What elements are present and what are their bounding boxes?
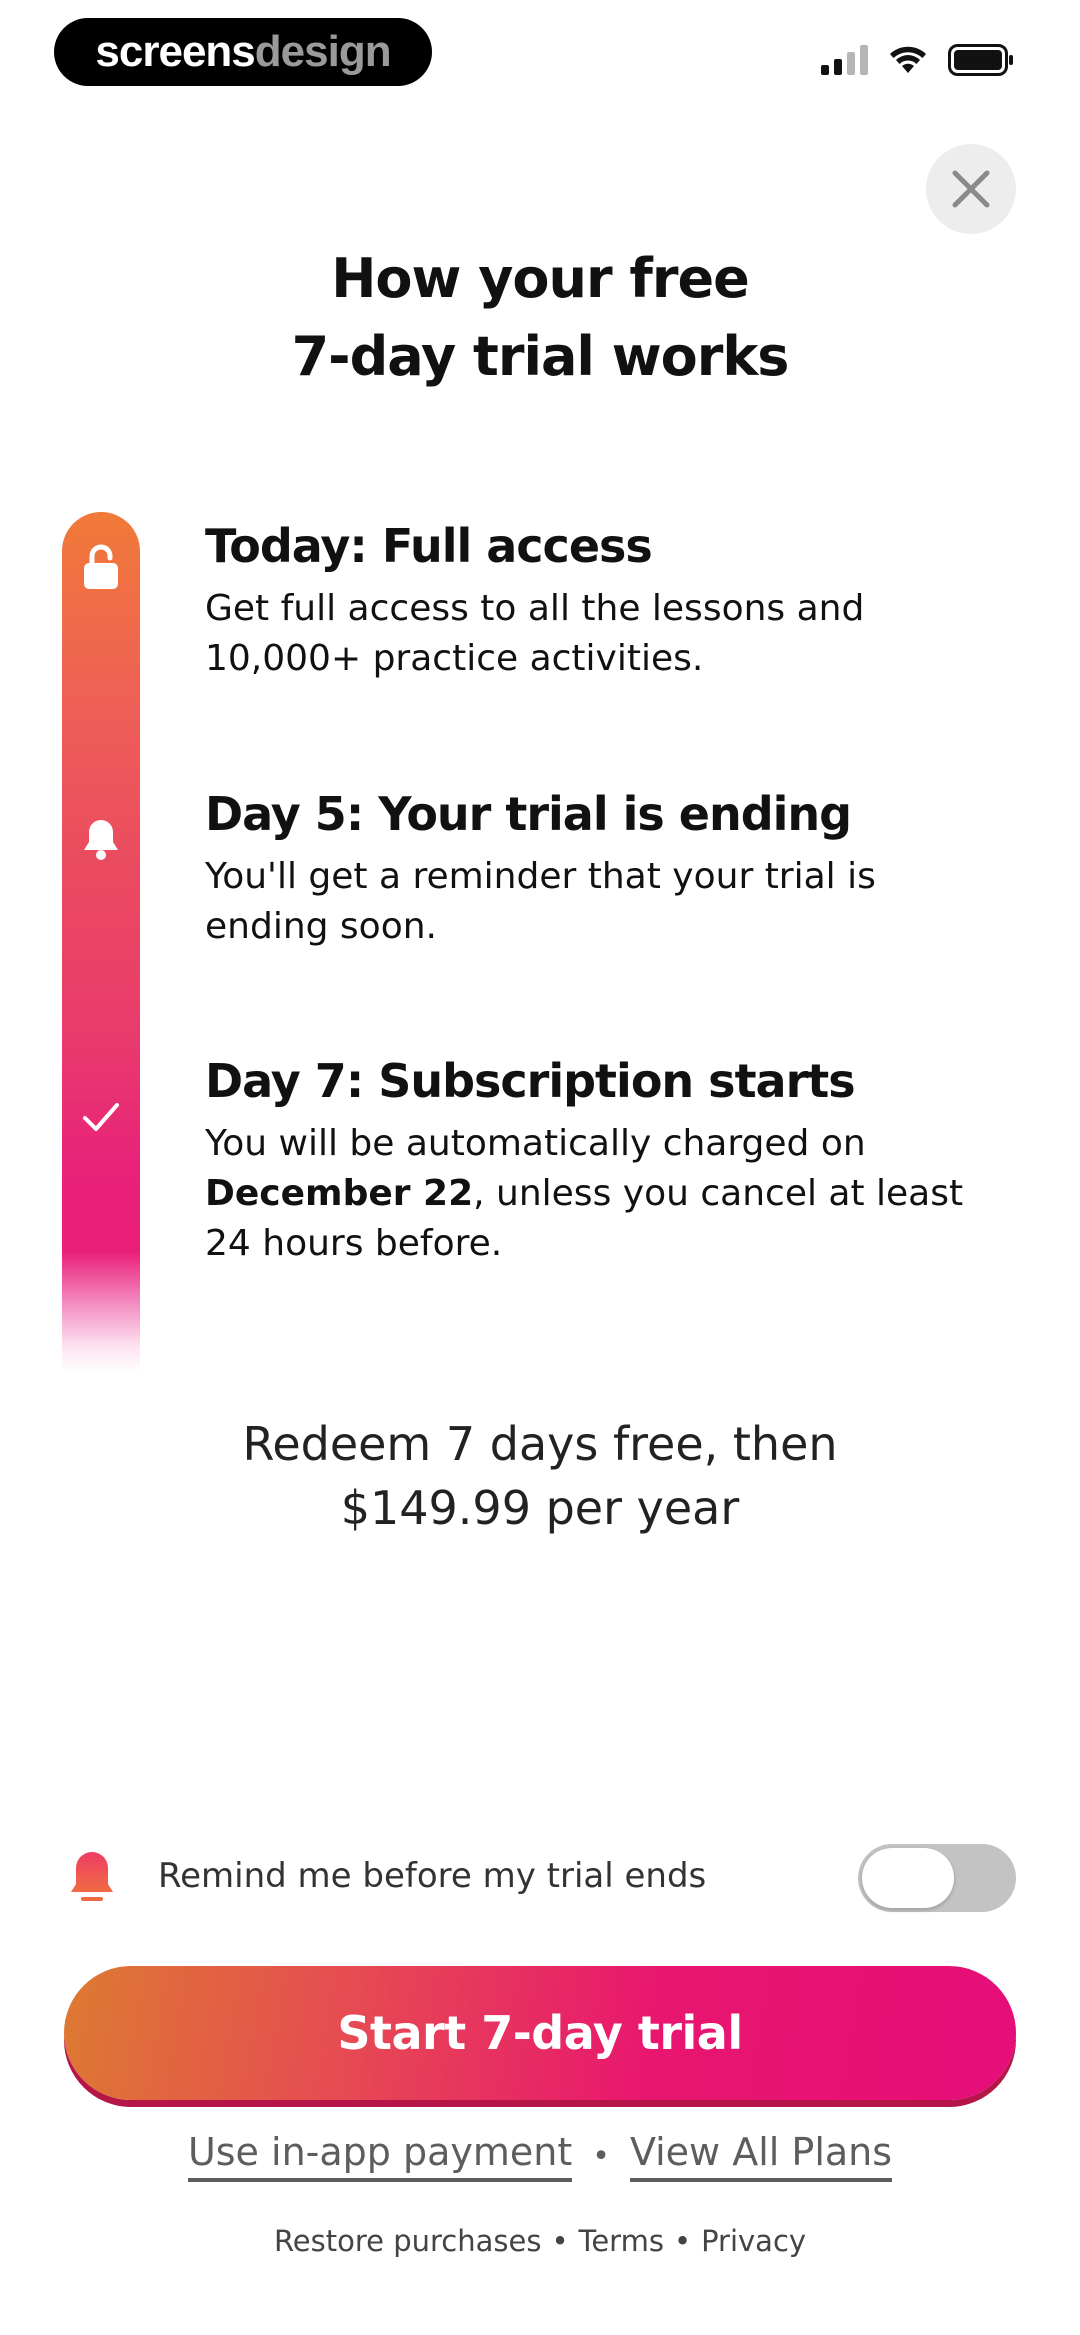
step-title: Today: Full access	[205, 519, 653, 573]
start-trial-button[interactable]: Start 7-day trial	[64, 1966, 1016, 2100]
step-title: Day 5: Your trial is ending	[205, 787, 852, 841]
view-all-plans-link[interactable]: View All Plans	[629, 2130, 893, 2182]
battery-icon	[948, 44, 1013, 76]
step-day-5: Day 5: Your trial is ending You'll get a…	[205, 786, 985, 952]
timeline-bar	[62, 512, 140, 1372]
brand-text-secondary: design	[254, 27, 392, 76]
close-button[interactable]	[926, 144, 1016, 234]
privacy-link[interactable]: Privacy	[701, 2224, 806, 2258]
page-title-line1: How your free	[331, 247, 750, 310]
pricing-summary: Redeem 7 days free, then $149.99 per yea…	[0, 1412, 1080, 1540]
reminder-row: Remind me before my trial ends	[68, 1848, 706, 1904]
footer-separator: •	[551, 2224, 569, 2258]
page-title-line2: 7-day trial works	[291, 325, 790, 388]
toggle-knob	[862, 1848, 954, 1908]
check-icon	[78, 1094, 124, 1140]
brand-logo: screens design	[54, 18, 432, 86]
bell-icon	[78, 816, 124, 862]
step-description: Get full access to all the lessons and 1…	[205, 588, 865, 679]
step-day-7: Day 7: Subscription starts You will be a…	[205, 1053, 985, 1269]
brand-text-primary: screens	[95, 27, 255, 76]
footer-separator: •	[673, 2224, 692, 2258]
cellular-signal-icon	[821, 45, 868, 75]
bell-icon	[71, 1852, 113, 1901]
restore-purchases-link[interactable]: Restore purchases	[274, 2224, 542, 2258]
link-separator: •	[592, 2138, 610, 2174]
page-title: How your free 7-day trial works	[0, 240, 1080, 396]
close-icon	[952, 170, 990, 208]
reminder-label: Remind me before my trial ends	[158, 1856, 707, 1896]
reminder-toggle[interactable]	[858, 1844, 1016, 1912]
payment-links: Use in-app payment • View All Plans	[0, 2130, 1080, 2182]
step-title: Day 7: Subscription starts	[205, 1054, 856, 1108]
step-description: You will be automatically charged on Dec…	[205, 1123, 964, 1264]
unlock-icon	[78, 544, 124, 590]
status-icons	[821, 40, 1014, 80]
step-today: Today: Full access Get full access to al…	[205, 518, 985, 684]
charge-date: December 22	[205, 1173, 474, 1214]
step-description: You'll get a reminder that your trial is…	[205, 856, 876, 947]
in-app-payment-link[interactable]: Use in-app payment	[187, 2130, 573, 2182]
footer-links: Restore purchases • Terms • Privacy	[0, 2224, 1080, 2258]
pricing-line2: $149.99 per year	[340, 1481, 740, 1535]
terms-link[interactable]: Terms	[579, 2224, 664, 2258]
pricing-line1: Redeem 7 days free, then	[242, 1417, 838, 1471]
wifi-icon	[890, 46, 926, 73]
